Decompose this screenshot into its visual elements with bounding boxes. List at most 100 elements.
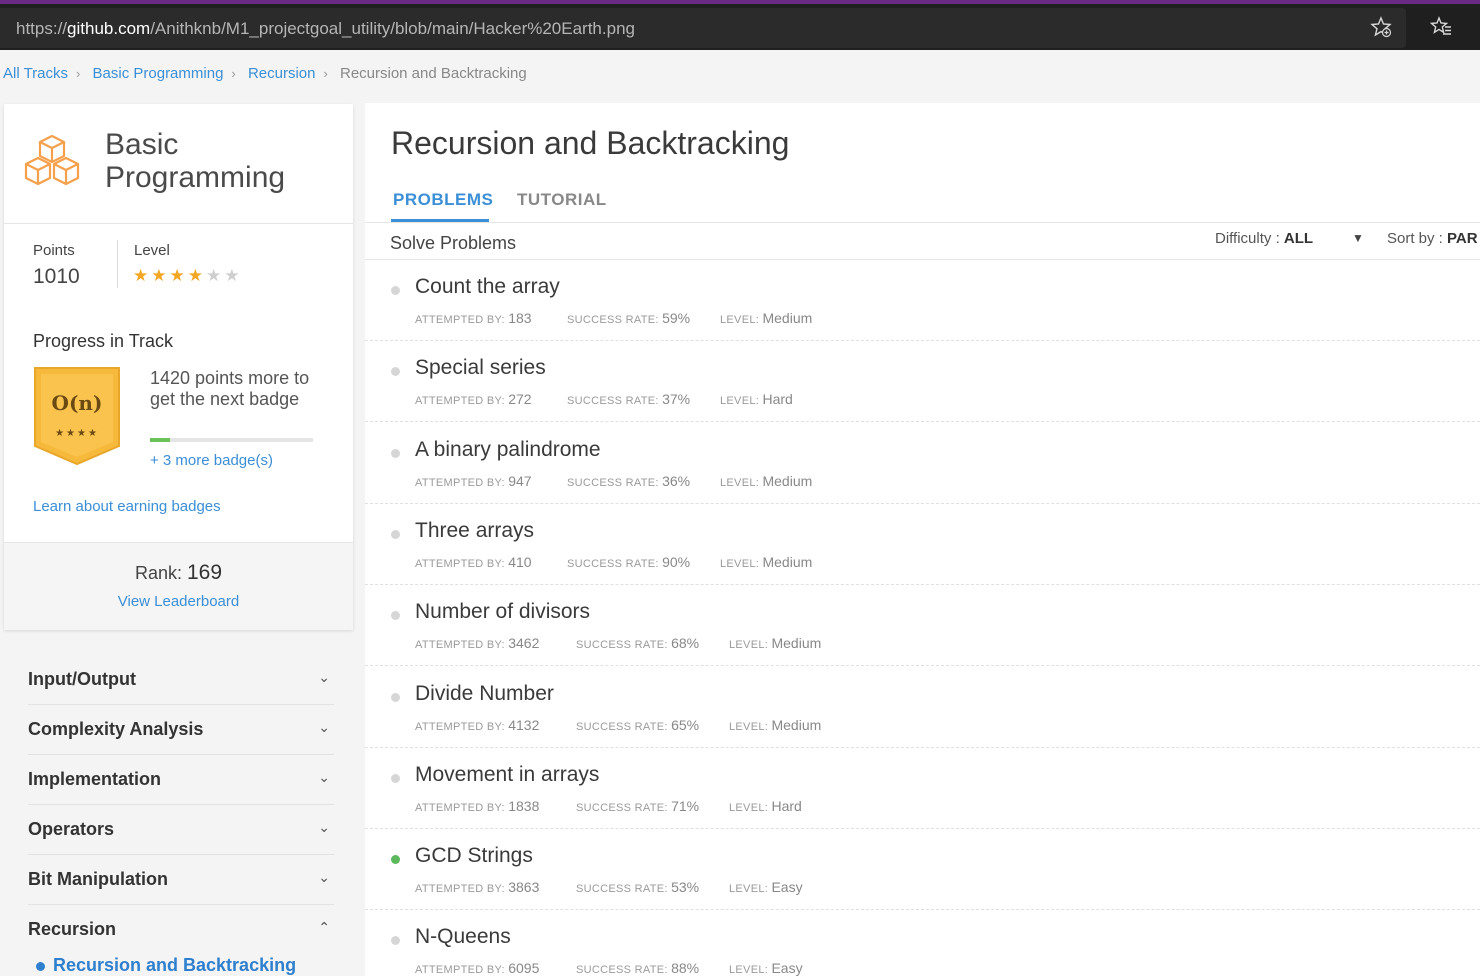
nav-item-label: Implementation — [28, 769, 162, 789]
chevron-up-icon[interactable]: ⌃ — [318, 919, 330, 936]
attempted-label: ATTEMPTED BY: — [415, 964, 505, 976]
nav-item-label: Recursion — [28, 919, 117, 939]
problem-row[interactable]: N-Queens ATTEMPTED BY: 6095 SUCCESS RATE: … — [365, 910, 1480, 976]
problem-name[interactable]: Number of divisors — [415, 600, 590, 624]
difficulty-filter[interactable]: Difficulty : ALL — [1215, 230, 1313, 247]
chevron-down-icon[interactable]: ⌄ — [318, 669, 330, 686]
problem-name[interactable]: Count the array — [415, 275, 560, 299]
attempted-value: 6095 — [508, 960, 540, 976]
main-panel: Recursion and Backtracking PROBLEMS TUTO… — [365, 103, 1480, 976]
problem-name[interactable]: Movement in arrays — [415, 763, 599, 787]
problem-row[interactable]: Count the array ATTEMPTED BY: 183 SUCCESS … — [365, 260, 1480, 341]
nav-subitem-label: Recursion and Backtracking — [53, 955, 297, 975]
problem-name[interactable]: Special series — [415, 356, 546, 380]
attempted-label: ATTEMPTED BY: — [415, 476, 505, 489]
view-leaderboard-link[interactable]: View Leaderboard — [4, 593, 353, 610]
level-label: Level — [134, 242, 170, 259]
level-value: Medium — [762, 472, 813, 489]
success-value: 71% — [671, 797, 700, 814]
active-dot-icon — [36, 961, 45, 971]
attempted-by: ATTEMPTED BY: 183 — [415, 310, 532, 326]
address-bar[interactable]: https://github.com/Anithknb/M1_projectgo… — [0, 8, 1406, 48]
favorites-icon[interactable] — [1429, 16, 1452, 38]
attempted-label: ATTEMPTED BY: — [415, 314, 505, 326]
level-label: LEVEL: — [729, 639, 769, 652]
level-value: Medium — [771, 716, 822, 733]
attempted-value: 183 — [508, 310, 532, 326]
success-rate: SUCCESS RATE: 68% — [576, 635, 699, 651]
chevron-down-icon[interactable]: ⌄ — [318, 819, 330, 836]
nav-subitem-recursion-backtracking[interactable]: Recursion and Backtracking — [36, 955, 296, 976]
more-badges-link[interactable]: + 3 more badge(s) — [150, 452, 273, 469]
nav-item-label: Complexity Analysis — [28, 719, 204, 739]
level-label: LEVEL: — [729, 964, 769, 976]
problem-row[interactable]: Movement in arrays ATTEMPTED BY: 1838 SUCC… — [365, 748, 1480, 829]
problem-level: LEVEL: Hard — [729, 798, 802, 814]
problem-name[interactable]: Three arrays — [415, 519, 534, 543]
nav-item-operators[interactable]: Operators ⌄ — [28, 805, 334, 855]
attempted-value: 3462 — [508, 635, 540, 652]
learn-badges-link[interactable]: Learn about earning badges — [33, 498, 221, 515]
tab-problems[interactable]: PROBLEMS — [393, 190, 493, 210]
nav-item-recursion[interactable]: Recursion ⌃ — [28, 905, 334, 955]
star-empty-icon: ★ — [224, 266, 243, 285]
problem-name[interactable]: A binary palindrome — [415, 438, 601, 462]
success-value: 68% — [671, 635, 700, 652]
next-badge-text: 1420 points more to get the next badge — [150, 368, 310, 409]
success-rate: SUCCESS RATE: 53% — [576, 879, 699, 895]
sort-filter[interactable]: Sort by : PAR — [1387, 230, 1478, 247]
tab-tutorial[interactable]: TUTORIAL — [517, 190, 607, 210]
nav-item-complexity-analysis[interactable]: Complexity Analysis ⌄ — [28, 705, 334, 755]
problem-row[interactable]: A binary palindrome ATTEMPTED BY: 947 SUCC… — [365, 423, 1480, 504]
chevron-down-icon[interactable]: ⌄ — [318, 769, 330, 786]
rank-box: Rank: 169 View Leaderboard — [4, 542, 353, 630]
star-filled-icon: ★ — [187, 266, 206, 285]
problem-row[interactable]: Divide Number ATTEMPTED BY: 4132 SUCCESS R… — [365, 667, 1480, 748]
breadcrumb-basic-programming[interactable]: Basic Programming — [93, 65, 224, 82]
attempted-label: ATTEMPTED BY: — [415, 557, 505, 570]
add-favorite-icon[interactable] — [1370, 16, 1392, 38]
success-value: 36% — [662, 472, 691, 489]
level-value: Hard — [771, 797, 802, 814]
problem-row[interactable]: Three arrays ATTEMPTED BY: 410 SUCCESS RAT… — [365, 504, 1480, 585]
problem-row[interactable]: Special series ATTEMPTED BY: 272 SUCCESS R… — [365, 341, 1480, 423]
attempted-label: ATTEMPTED BY: — [415, 395, 505, 408]
problem-name[interactable]: GCD Strings — [415, 844, 533, 868]
sort-value: PAR — [1447, 230, 1478, 247]
status-dot-icon — [391, 692, 400, 702]
problem-name[interactable]: N-Queens — [415, 925, 511, 949]
success-label: SUCCESS RATE: — [576, 964, 668, 976]
problem-row[interactable]: GCD Strings ATTEMPTED BY: 3863 SUCCESS RAT… — [365, 829, 1480, 911]
browser-toolbar: https://github.com/Anithknb/M1_projectgo… — [0, 4, 1480, 50]
cubes-icon — [24, 134, 80, 186]
chevron-down-icon[interactable]: ⌄ — [318, 869, 330, 886]
chevron-right-icon: › — [231, 66, 236, 81]
success-label: SUCCESS RATE: — [576, 720, 668, 733]
level-value: Medium — [762, 310, 813, 326]
page-title: Recursion and Backtracking — [391, 125, 790, 161]
attempted-value: 3863 — [508, 879, 540, 896]
caret-down-icon[interactable]: ▼ — [1352, 231, 1364, 245]
address-text[interactable]: https://github.com/Anithknb/M1_projectgo… — [16, 19, 635, 39]
attempted-by: ATTEMPTED BY: 272 — [415, 391, 532, 407]
nav-item-implementation[interactable]: Implementation ⌄ — [28, 755, 334, 805]
status-dot-icon — [391, 367, 400, 377]
level-label: LEVEL: — [720, 557, 760, 570]
nav-item-bit-manipulation[interactable]: Bit Manipulation ⌄ — [28, 855, 334, 905]
breadcrumb-all-tracks[interactable]: All Tracks — [3, 65, 68, 82]
problem-name[interactable]: Divide Number — [415, 682, 554, 706]
attempted-by: ATTEMPTED BY: 1838 — [415, 798, 539, 814]
success-label: SUCCESS RATE: — [567, 395, 659, 408]
breadcrumb-recursion[interactable]: Recursion — [248, 65, 316, 82]
attempted-by: ATTEMPTED BY: 3462 — [415, 635, 539, 651]
badge-title: O(n) — [52, 391, 103, 415]
level-label: LEVEL: — [720, 476, 760, 489]
success-rate: SUCCESS RATE: 37% — [567, 391, 690, 407]
attempted-by: ATTEMPTED BY: 4132 — [415, 717, 539, 733]
nav-item-input-output[interactable]: Input/Output ⌄ — [28, 655, 334, 705]
track-title: Basic Programming — [105, 128, 286, 194]
problem-row[interactable]: Number of divisors ATTEMPTED BY: 3462 SUCC… — [365, 585, 1480, 667]
chevron-down-icon[interactable]: ⌄ — [318, 719, 330, 736]
star-filled-icon: ★ — [169, 266, 188, 285]
success-label: SUCCESS RATE: — [576, 883, 668, 896]
